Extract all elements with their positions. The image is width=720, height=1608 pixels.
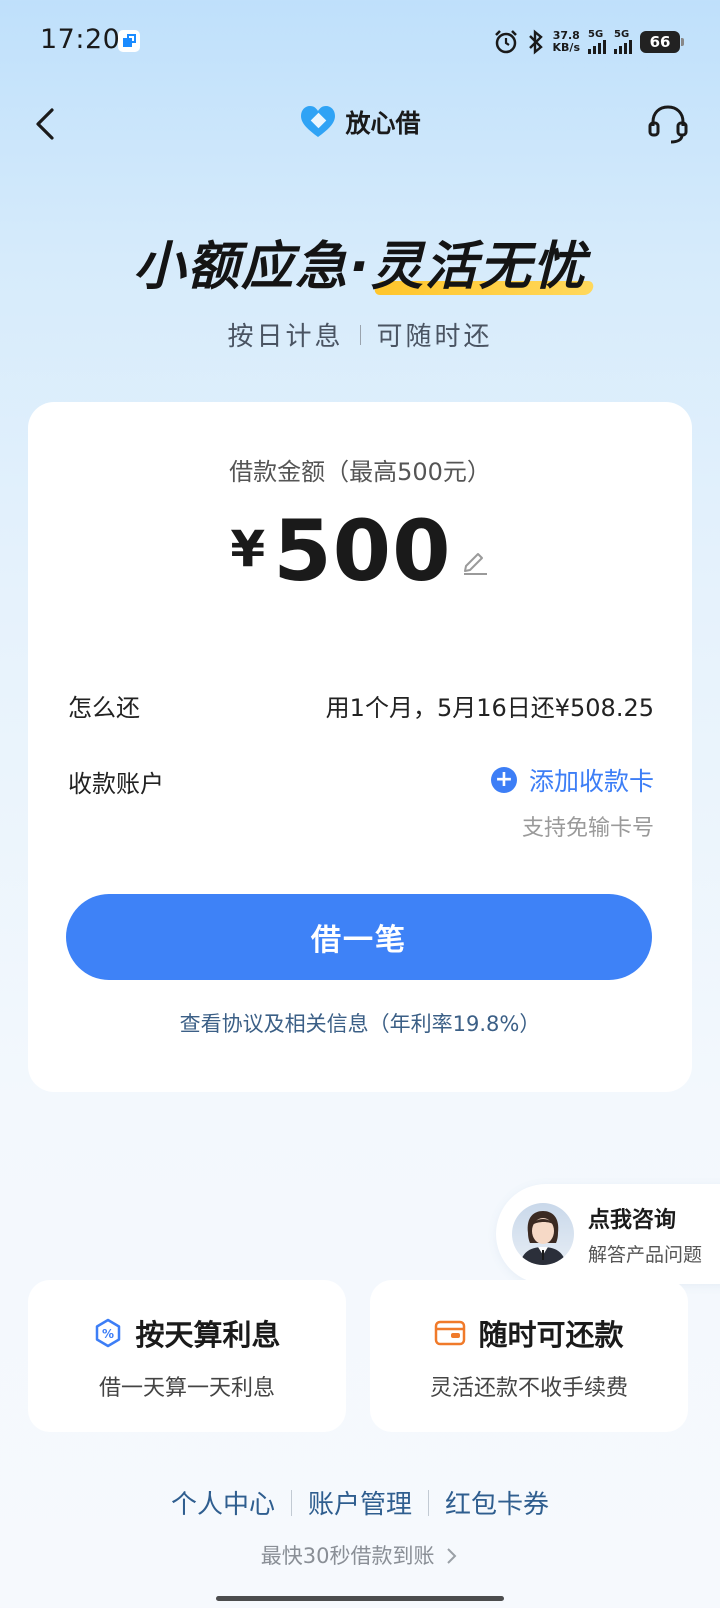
loan-card: 借款金额（最高500元） ¥ 500 怎么还 用1个月，5月16日还¥508.2… bbox=[28, 402, 692, 1092]
amount-label: 借款金额（最高500元） bbox=[229, 458, 491, 486]
avatar-image-icon bbox=[520, 1211, 566, 1265]
feature-desc: 借一天算一天利息 bbox=[98, 1376, 275, 1401]
borrow-button[interactable]: 借一笔 bbox=[66, 894, 652, 980]
loan-amount[interactable]: 500 bbox=[273, 502, 451, 600]
divider bbox=[359, 324, 361, 345]
feature-title: 按天算利息 bbox=[135, 1318, 281, 1352]
battery-icon: 66 bbox=[640, 31, 684, 53]
consult-button[interactable]: 点我咨询 解答产品问题 bbox=[496, 1184, 720, 1284]
link-coupons[interactable]: 红包卡券 bbox=[429, 1484, 565, 1521]
repay-label: 怎么还 bbox=[68, 694, 140, 722]
link-personal-center[interactable]: 个人中心 bbox=[155, 1484, 291, 1521]
status-icons: 37.8 KB/s 5G 5G 66 bbox=[493, 26, 684, 58]
brand-logo-icon bbox=[301, 106, 336, 137]
hero-sub-left: 按日计息 bbox=[227, 322, 344, 352]
headset-icon[interactable] bbox=[646, 102, 690, 146]
agent-avatar bbox=[512, 1203, 574, 1265]
brand-header: 放心借 bbox=[0, 104, 720, 140]
percent-icon: % bbox=[96, 1318, 121, 1348]
feature-title: 随时可还款 bbox=[478, 1318, 624, 1352]
add-card-button[interactable]: + 添加收款卡 bbox=[490, 762, 654, 798]
consult-subtitle: 解答产品问题 bbox=[588, 1243, 703, 1266]
hero-subtitle: 按日计息 可随时还 bbox=[0, 316, 720, 353]
svg-text:%: % bbox=[102, 1327, 114, 1341]
bluetooth-icon bbox=[528, 29, 543, 55]
bottom-links: 个人中心 账户管理 红包卡券 bbox=[0, 1484, 720, 1521]
sim2-label: 5G bbox=[614, 29, 630, 40]
home-indicator[interactable] bbox=[216, 1596, 504, 1601]
repay-plan[interactable]: 用1个月，5月16日还¥508.25 bbox=[326, 688, 654, 723]
net-speed: 37.8 KB/s bbox=[553, 30, 580, 54]
wallet-icon bbox=[435, 1320, 466, 1346]
add-card-hint: 支持免输卡号 bbox=[521, 816, 654, 841]
alarm-icon bbox=[494, 30, 517, 54]
speed-note-link[interactable]: 最快30秒借款到账 bbox=[0, 1540, 720, 1570]
hero-sub-right: 可随时还 bbox=[376, 322, 493, 352]
amount-row: ¥ 500 bbox=[28, 502, 692, 600]
hero-title: 小额应急·灵活无忧 bbox=[0, 224, 720, 299]
signal-sim1: 5G bbox=[588, 30, 606, 54]
consult-title: 点我咨询 bbox=[588, 1207, 677, 1233]
add-card-label: 添加收款卡 bbox=[528, 767, 654, 796]
net-speed-unit: KB/s bbox=[552, 41, 580, 54]
hero-title-highlight: 灵活无忧 bbox=[370, 237, 587, 297]
chevron-right-icon bbox=[447, 1548, 457, 1564]
notification-app-icon bbox=[118, 30, 140, 52]
feature-card-interest: % 按天算利息 借一天算一天利息 bbox=[28, 1280, 346, 1432]
feature-desc: 灵活还款不收手续费 bbox=[429, 1376, 628, 1401]
speed-note-text: 最快30秒借款到账 bbox=[260, 1544, 435, 1568]
account-label: 收款账户 bbox=[68, 770, 164, 798]
status-time: 17:20 bbox=[40, 24, 121, 55]
feature-card-repay: 随时可还款 灵活还款不收手续费 bbox=[370, 1280, 688, 1432]
edit-icon[interactable] bbox=[460, 546, 490, 576]
signal-icon bbox=[614, 40, 632, 54]
signal-icon bbox=[588, 40, 606, 54]
plus-icon: + bbox=[490, 767, 517, 793]
currency-symbol: ¥ bbox=[230, 520, 266, 578]
brand-name: 放心借 bbox=[345, 109, 421, 138]
sim1-label: 5G bbox=[588, 29, 604, 40]
hero-title-part1: 小额应急· bbox=[133, 237, 371, 297]
agreement-link[interactable]: 查看协议及相关信息（年利率19.8%） bbox=[28, 1008, 692, 1038]
link-account-management[interactable]: 账户管理 bbox=[292, 1484, 428, 1521]
signal-sim2: 5G bbox=[614, 30, 632, 54]
